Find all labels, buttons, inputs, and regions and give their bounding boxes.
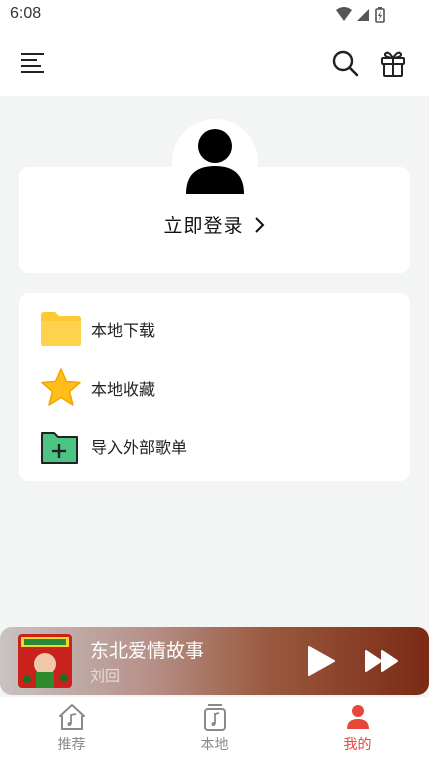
album-cover-image: [18, 634, 72, 688]
login-label: 立即登录: [163, 215, 244, 237]
song-title: 东北爱情故事: [90, 640, 205, 662]
folder-add-icon: [41, 432, 78, 464]
music-file-icon: [204, 704, 226, 731]
app-header: [0, 30, 429, 96]
signal-icon: [357, 9, 369, 21]
menu-item-import-playlist[interactable]: 导入外部歌单: [19, 420, 410, 470]
wifi-icon: [336, 7, 352, 21]
tab-recommend[interactable]: 推荐: [0, 697, 143, 759]
song-artist: 刘回: [90, 667, 121, 685]
avatar-person-icon: [186, 129, 244, 194]
status-bar: 6:08: [0, 0, 429, 30]
album-art[interactable]: [18, 634, 72, 688]
menu-icon[interactable]: [18, 48, 48, 78]
chevron-right-icon: [254, 216, 264, 233]
menu-item-label: 本地收藏: [91, 380, 156, 399]
star-icon: [41, 368, 81, 406]
login-row: 立即登录: [19, 211, 410, 238]
gift-icon[interactable]: [378, 48, 408, 78]
menu-item-label: 本地下载: [91, 321, 156, 340]
tab-local[interactable]: 本地: [143, 697, 286, 759]
menu-item-label: 导入外部歌单: [91, 438, 188, 457]
tab-mine[interactable]: 我的: [286, 697, 429, 759]
tab-label: 我的: [343, 737, 372, 753]
status-icons: [336, 7, 385, 23]
menu-item-local-download[interactable]: 本地下载: [19, 303, 410, 353]
menu-card: 本地下载 本地收藏 导入外部歌单: [19, 293, 410, 481]
search-icon[interactable]: [330, 48, 360, 78]
mini-player[interactable]: 东北爱情故事 刘回: [0, 627, 429, 695]
menu-item-local-favorites[interactable]: 本地收藏: [19, 362, 410, 412]
avatar[interactable]: [172, 119, 258, 205]
status-time: 6:08: [10, 5, 42, 22]
fast-forward-icon[interactable]: [364, 646, 400, 676]
person-icon: [347, 705, 369, 729]
home-music-icon: [59, 704, 85, 730]
bottom-tab-bar: 推荐 本地 我的: [0, 697, 429, 763]
tab-label: 推荐: [57, 737, 86, 753]
play-icon[interactable]: [303, 644, 337, 678]
tab-label: 本地: [200, 737, 229, 753]
folder-icon: [41, 312, 81, 346]
battery-icon: [375, 7, 385, 23]
